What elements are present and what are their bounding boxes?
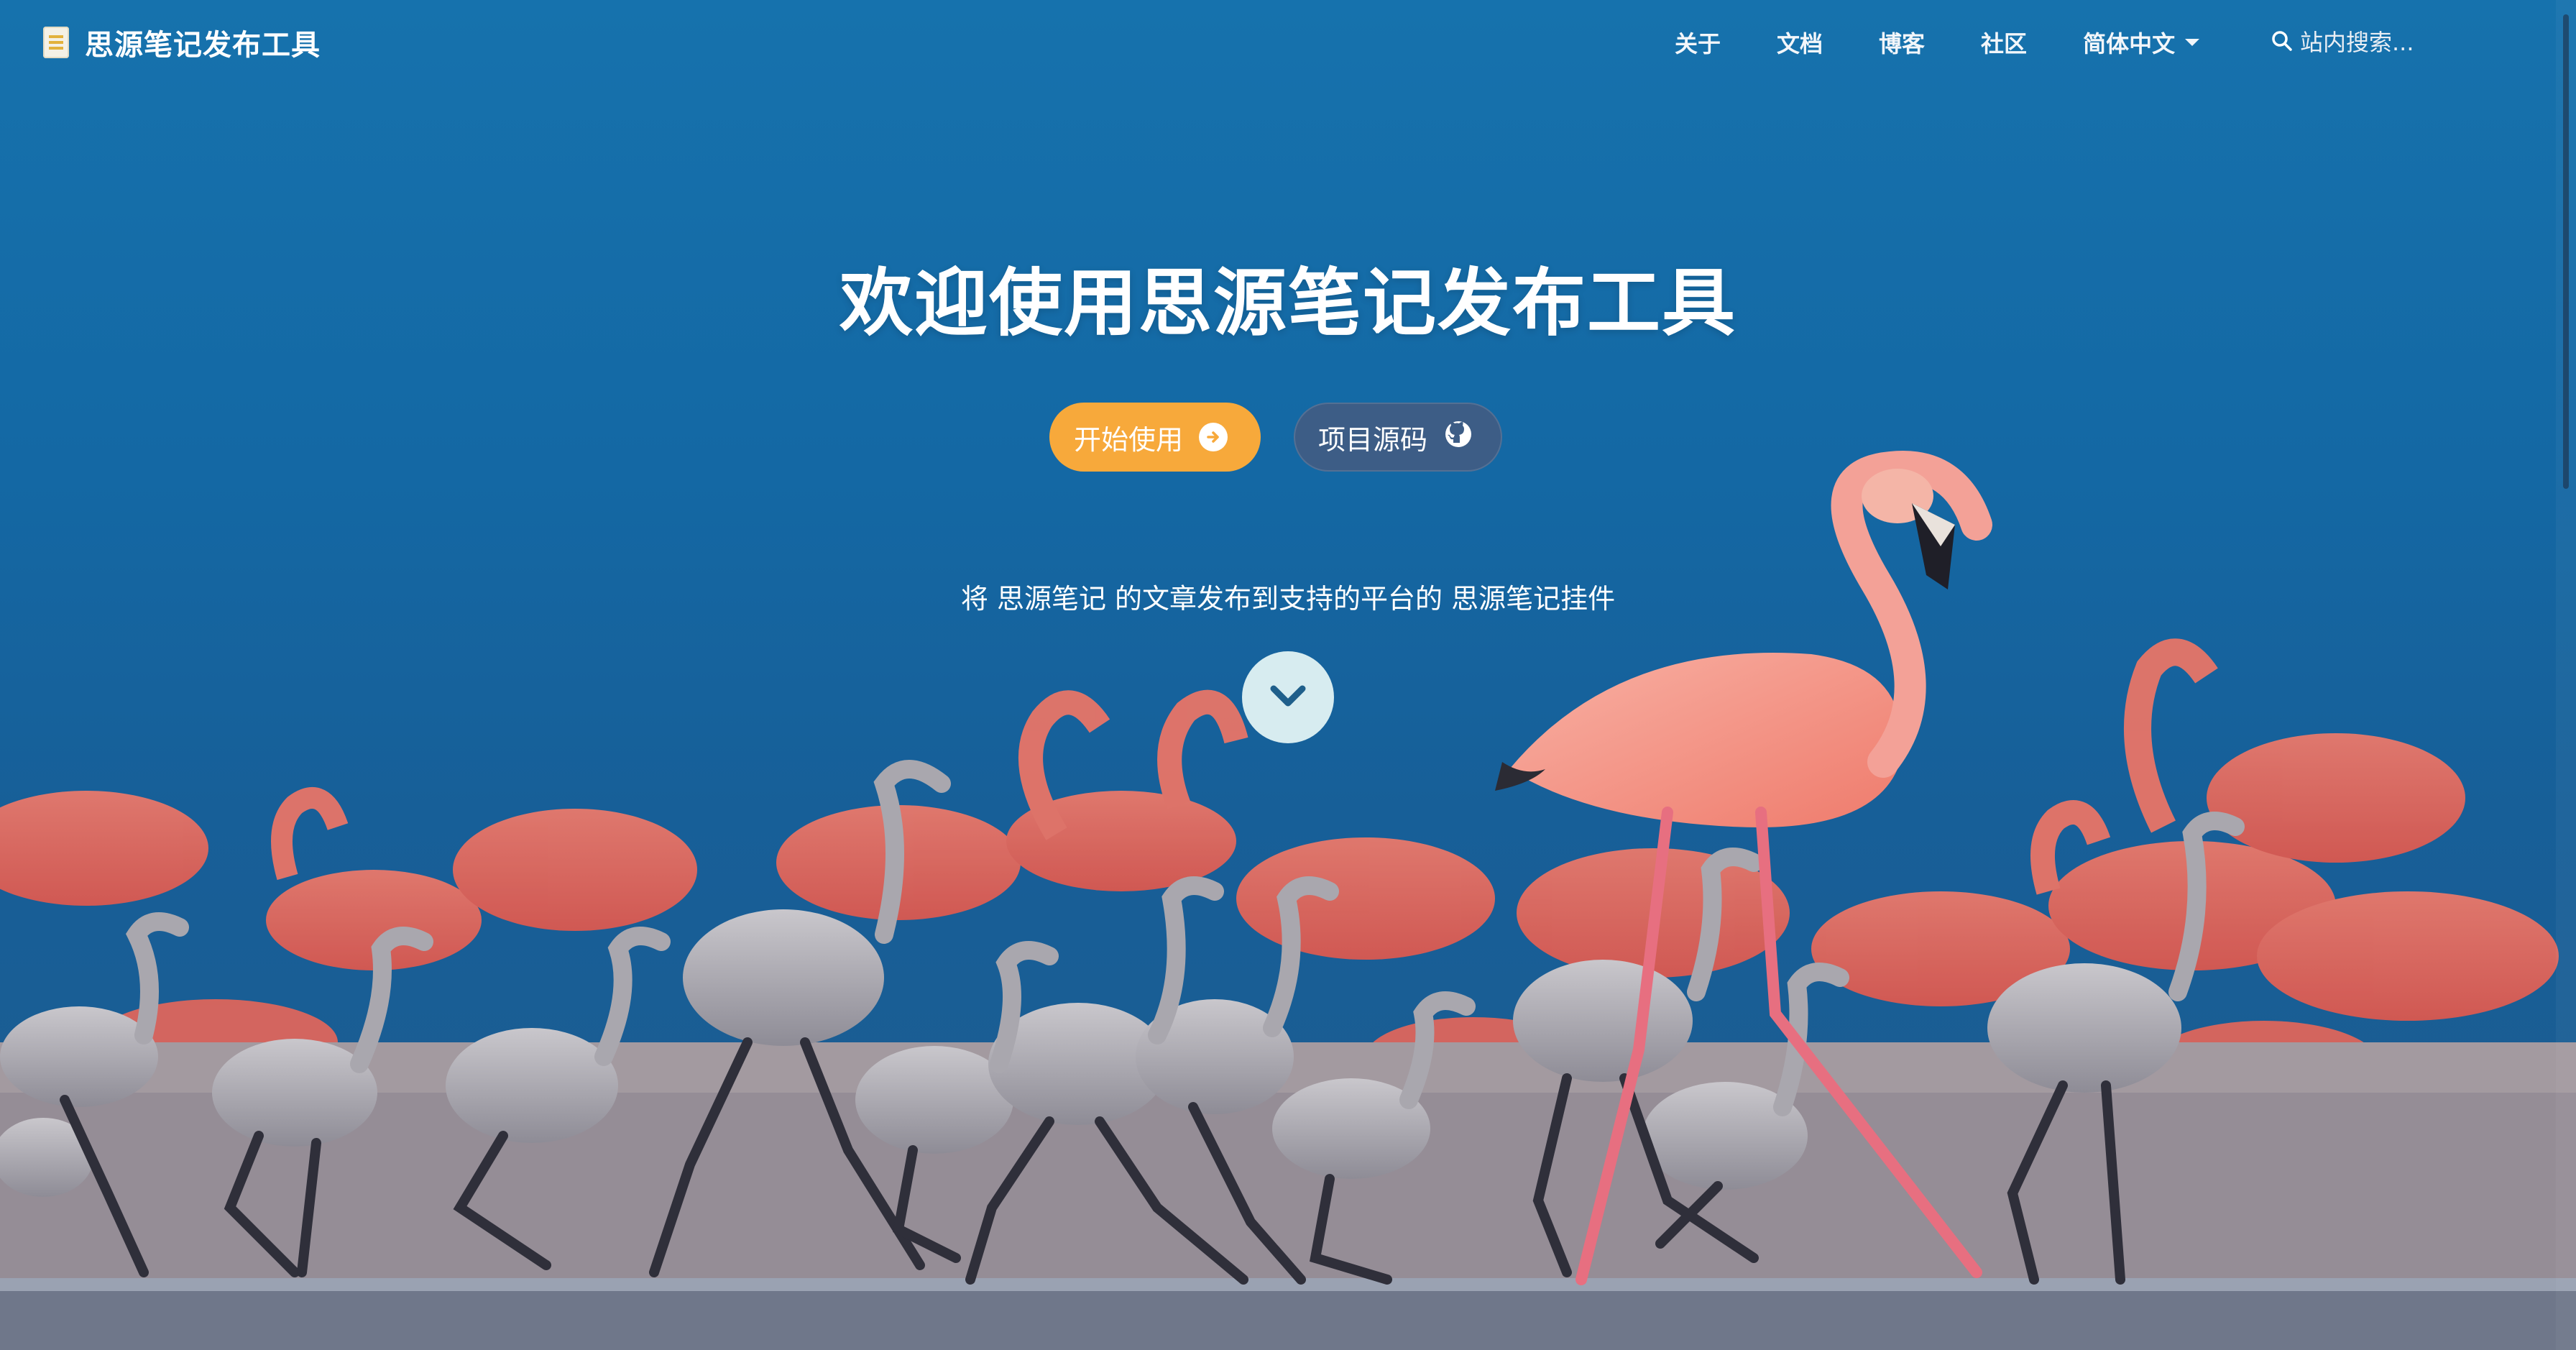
hero-title: 欢迎使用思源笔记发布工具 xyxy=(840,261,1736,346)
nav-links: 关于 文档 博客 社区 简体中文 xyxy=(1675,26,2255,59)
chevron-down-icon xyxy=(1266,681,1310,713)
site-title: 思源笔记发布工具 xyxy=(85,29,321,62)
search-box[interactable]: 站内搜索... xyxy=(2271,24,2414,58)
hero-description: 将 思源笔记 的文章发布到支持的平台的 思源笔记挂件 xyxy=(960,583,1616,615)
navbar: 思源笔记发布工具 关于 文档 博客 社区 简体中文 站内搜索... xyxy=(0,0,2576,86)
caret-down-icon xyxy=(2185,39,2200,46)
landing-page: 思源笔记发布工具 关于 文档 博客 社区 简体中文 站内搜索... 欢迎使用思源… xyxy=(0,0,2576,1350)
github-icon xyxy=(1443,419,1473,456)
search-icon xyxy=(2271,30,2293,52)
nav-link-about[interactable]: 关于 xyxy=(1675,26,1721,59)
brand-link[interactable]: 思源笔记发布工具 xyxy=(43,22,321,63)
language-label: 简体中文 xyxy=(2083,30,2176,58)
get-started-label: 开始使用 xyxy=(1074,423,1184,456)
hero-buttons: 开始使用 项目源码 xyxy=(1049,403,1502,472)
scroll-down-button[interactable] xyxy=(1242,651,1334,743)
get-started-button[interactable]: 开始使用 xyxy=(1049,403,1261,472)
nav-link-community[interactable]: 社区 xyxy=(1981,26,2027,59)
language-dropdown[interactable]: 简体中文 xyxy=(2083,26,2200,59)
scrollbar[interactable] xyxy=(2556,0,2576,1350)
arrow-right-circle-icon xyxy=(1199,423,1228,451)
search-input[interactable]: 站内搜索... xyxy=(2300,24,2414,58)
nav-link-blog[interactable]: 博客 xyxy=(1879,26,1925,59)
source-code-button[interactable]: 项目源码 xyxy=(1294,403,1502,472)
source-code-label: 项目源码 xyxy=(1318,423,1428,456)
document-icon xyxy=(43,27,69,58)
nav-link-docs[interactable]: 文档 xyxy=(1777,26,1823,59)
